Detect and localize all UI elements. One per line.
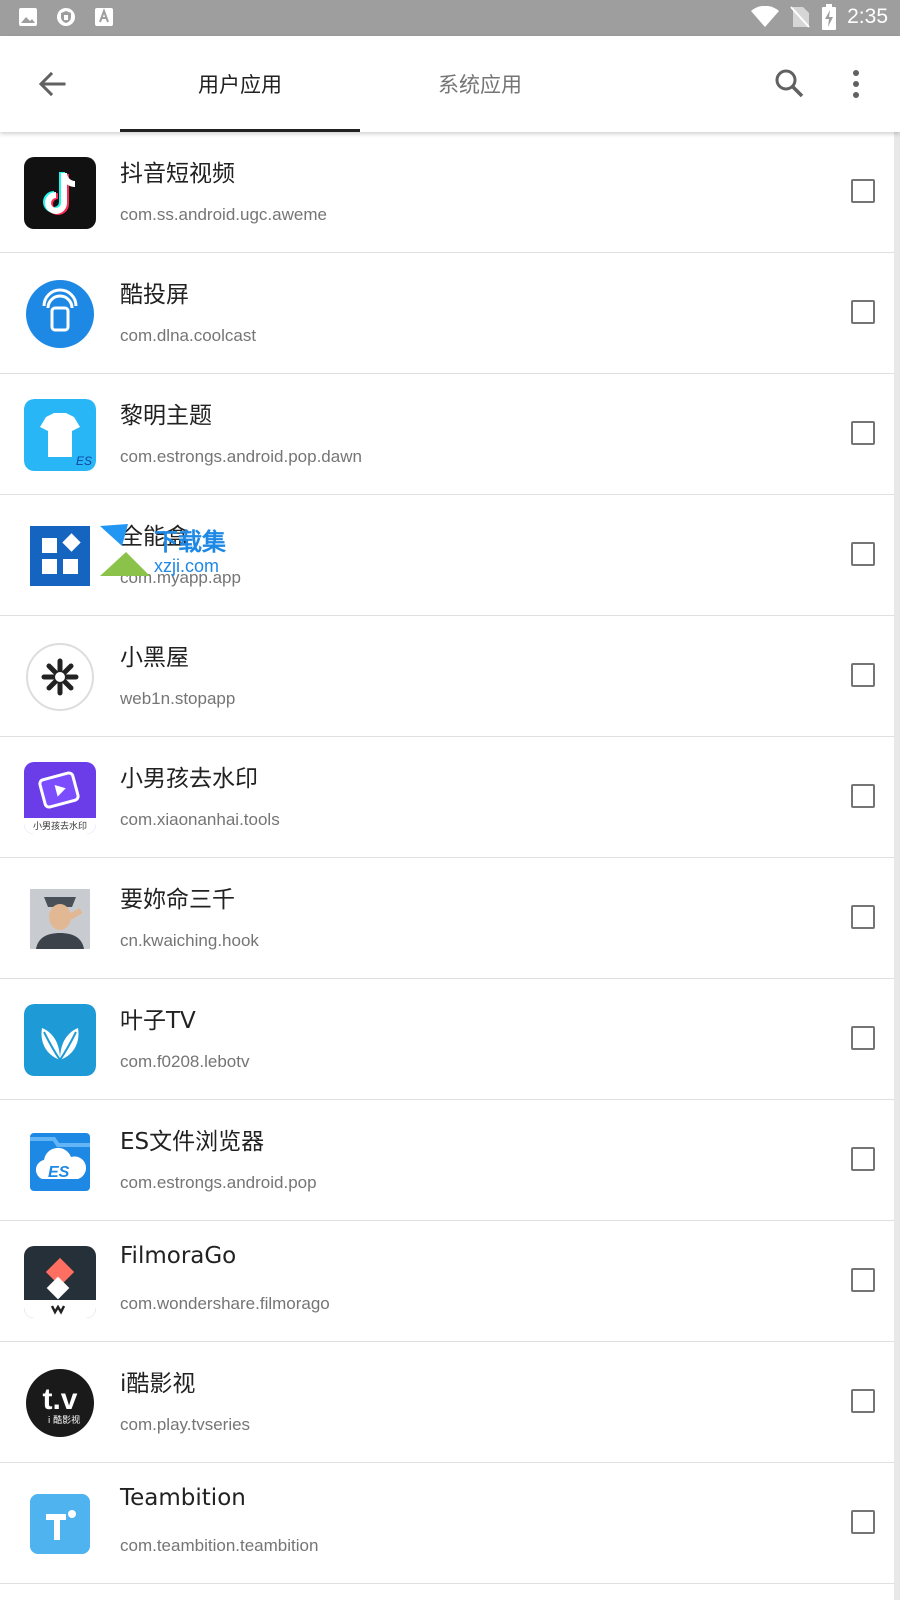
app-name: FilmoraGo	[120, 1243, 237, 1269]
list-item[interactable]: 小男孩去水印 小男孩去水印 com.xiaonanhai.tools	[0, 737, 894, 858]
font-icon	[95, 8, 113, 26]
svg-text:t.v: t.v	[42, 1383, 77, 1416]
app-package: com.xiaonanhai.tools	[120, 810, 280, 829]
select-checkbox[interactable]	[851, 1268, 875, 1292]
app-name: 抖音短视频	[120, 161, 235, 187]
app-list: 抖音短视频 com.ss.android.ugc.aweme 酷投屏 com.d…	[0, 132, 900, 1600]
watermark-remover-icon: 小男孩去水印	[24, 762, 96, 834]
select-checkbox[interactable]	[851, 905, 875, 929]
app-name: ES文件浏览器	[120, 1129, 265, 1155]
app-name: 要妳命三千	[120, 887, 235, 913]
clock: 2:35	[847, 5, 888, 28]
back-button[interactable]	[30, 62, 74, 106]
tab-indicator	[120, 129, 360, 132]
select-checkbox[interactable]	[851, 1510, 875, 1534]
app-name: 全能盒	[120, 524, 189, 550]
app-package: com.play.tvseries	[120, 1415, 251, 1434]
list-item[interactable]: ES 黎明主题 com.estrongs.android.pop.dawn	[0, 374, 894, 495]
coolcast-icon	[24, 278, 96, 350]
app-toolbar: 用户应用 系统应用	[0, 36, 900, 132]
list-item[interactable]: Teambition com.teambition.teambition	[0, 1463, 894, 1584]
tab-system-apps[interactable]: 系统应用	[360, 36, 600, 132]
app-package: com.teambition.teambition	[120, 1536, 319, 1555]
app-package: com.wondershare.filmorago	[120, 1294, 330, 1313]
image-icon	[19, 8, 37, 26]
app-package: com.estrongs.android.pop.dawn	[120, 447, 362, 466]
svg-text:i 酷影视: i 酷影视	[48, 1414, 80, 1426]
tab-user-apps[interactable]: 用户应用	[120, 36, 360, 132]
app-name: 黎明主题	[120, 403, 212, 429]
list-item[interactable]: 要妳命三千 cn.kwaiching.hook	[0, 858, 894, 979]
es-file-explorer-icon: ES	[24, 1125, 96, 1197]
no-sim-icon	[790, 6, 810, 28]
arrow-back-icon	[38, 71, 66, 97]
list-item[interactable]: FilmoraGo com.wondershare.filmorago	[0, 1221, 894, 1342]
app-name: 小黑屋	[120, 645, 189, 671]
select-checkbox[interactable]	[851, 663, 875, 687]
list-item[interactable]: 小黑屋 web1n.stopapp	[0, 616, 894, 737]
search-button[interactable]	[770, 64, 810, 104]
leaf-tv-icon	[24, 1004, 96, 1076]
allinone-box-icon	[24, 520, 96, 592]
app-package: com.myapp.app	[120, 568, 241, 587]
app-package: com.f0208.lebotv	[120, 1052, 250, 1071]
list-item[interactable]: 叶子TV com.f0208.lebotv	[0, 979, 894, 1100]
select-checkbox[interactable]	[851, 542, 875, 566]
tiktok-icon	[24, 157, 96, 229]
select-checkbox[interactable]	[851, 179, 875, 203]
hook-avatar-icon	[24, 883, 96, 955]
app-package: cn.kwaiching.hook	[120, 931, 259, 950]
app-name: 叶子TV	[120, 1008, 196, 1034]
select-checkbox[interactable]	[851, 1026, 875, 1050]
svg-text:ES: ES	[48, 1164, 70, 1181]
list-item[interactable]: t.v i 酷影视 i酷影视 com.play.tvseries	[0, 1342, 894, 1463]
teambition-icon	[24, 1488, 96, 1560]
select-checkbox[interactable]	[851, 1389, 875, 1413]
app-name: i酷影视	[120, 1371, 196, 1397]
more-options-button[interactable]	[836, 64, 876, 104]
svg-text:ES: ES	[76, 454, 92, 468]
list-item[interactable]: 酷投屏 com.dlna.coolcast	[0, 253, 894, 374]
app-package: web1n.stopapp	[120, 689, 236, 708]
app-name: 小男孩去水印	[120, 766, 258, 792]
app-package: com.estrongs.android.pop	[120, 1173, 317, 1192]
ikutv-icon: t.v i 酷影视	[24, 1367, 96, 1439]
search-icon	[775, 69, 804, 98]
app-package: com.dlna.coolcast	[120, 326, 257, 345]
more-vert-icon	[853, 70, 859, 98]
select-checkbox[interactable]	[851, 784, 875, 808]
wifi-icon	[751, 6, 780, 27]
list-item[interactable]: 全能盒 com.myapp.app	[0, 495, 894, 616]
app-package: com.ss.android.ugc.aweme	[120, 205, 327, 224]
select-checkbox[interactable]	[851, 1147, 875, 1171]
scrollbar[interactable]	[894, 132, 900, 1600]
status-bar: 2:35	[0, 0, 900, 36]
filmorago-icon	[24, 1246, 96, 1318]
list-item[interactable]: ES ES文件浏览器 com.estrongs.android.pop	[0, 1100, 894, 1221]
select-checkbox[interactable]	[851, 300, 875, 324]
select-checkbox[interactable]	[851, 421, 875, 445]
stopapp-icon	[24, 641, 96, 713]
list-item[interactable]: 抖音短视频 com.ss.android.ugc.aweme	[0, 132, 894, 253]
app-name: Teambition	[120, 1485, 246, 1511]
dawn-theme-icon: ES	[24, 399, 96, 471]
shield-icon	[57, 8, 75, 26]
app-name: 酷投屏	[120, 282, 189, 308]
svg-text:小男孩去水印: 小男孩去水印	[33, 820, 87, 832]
battery-charging-icon	[822, 4, 837, 30]
